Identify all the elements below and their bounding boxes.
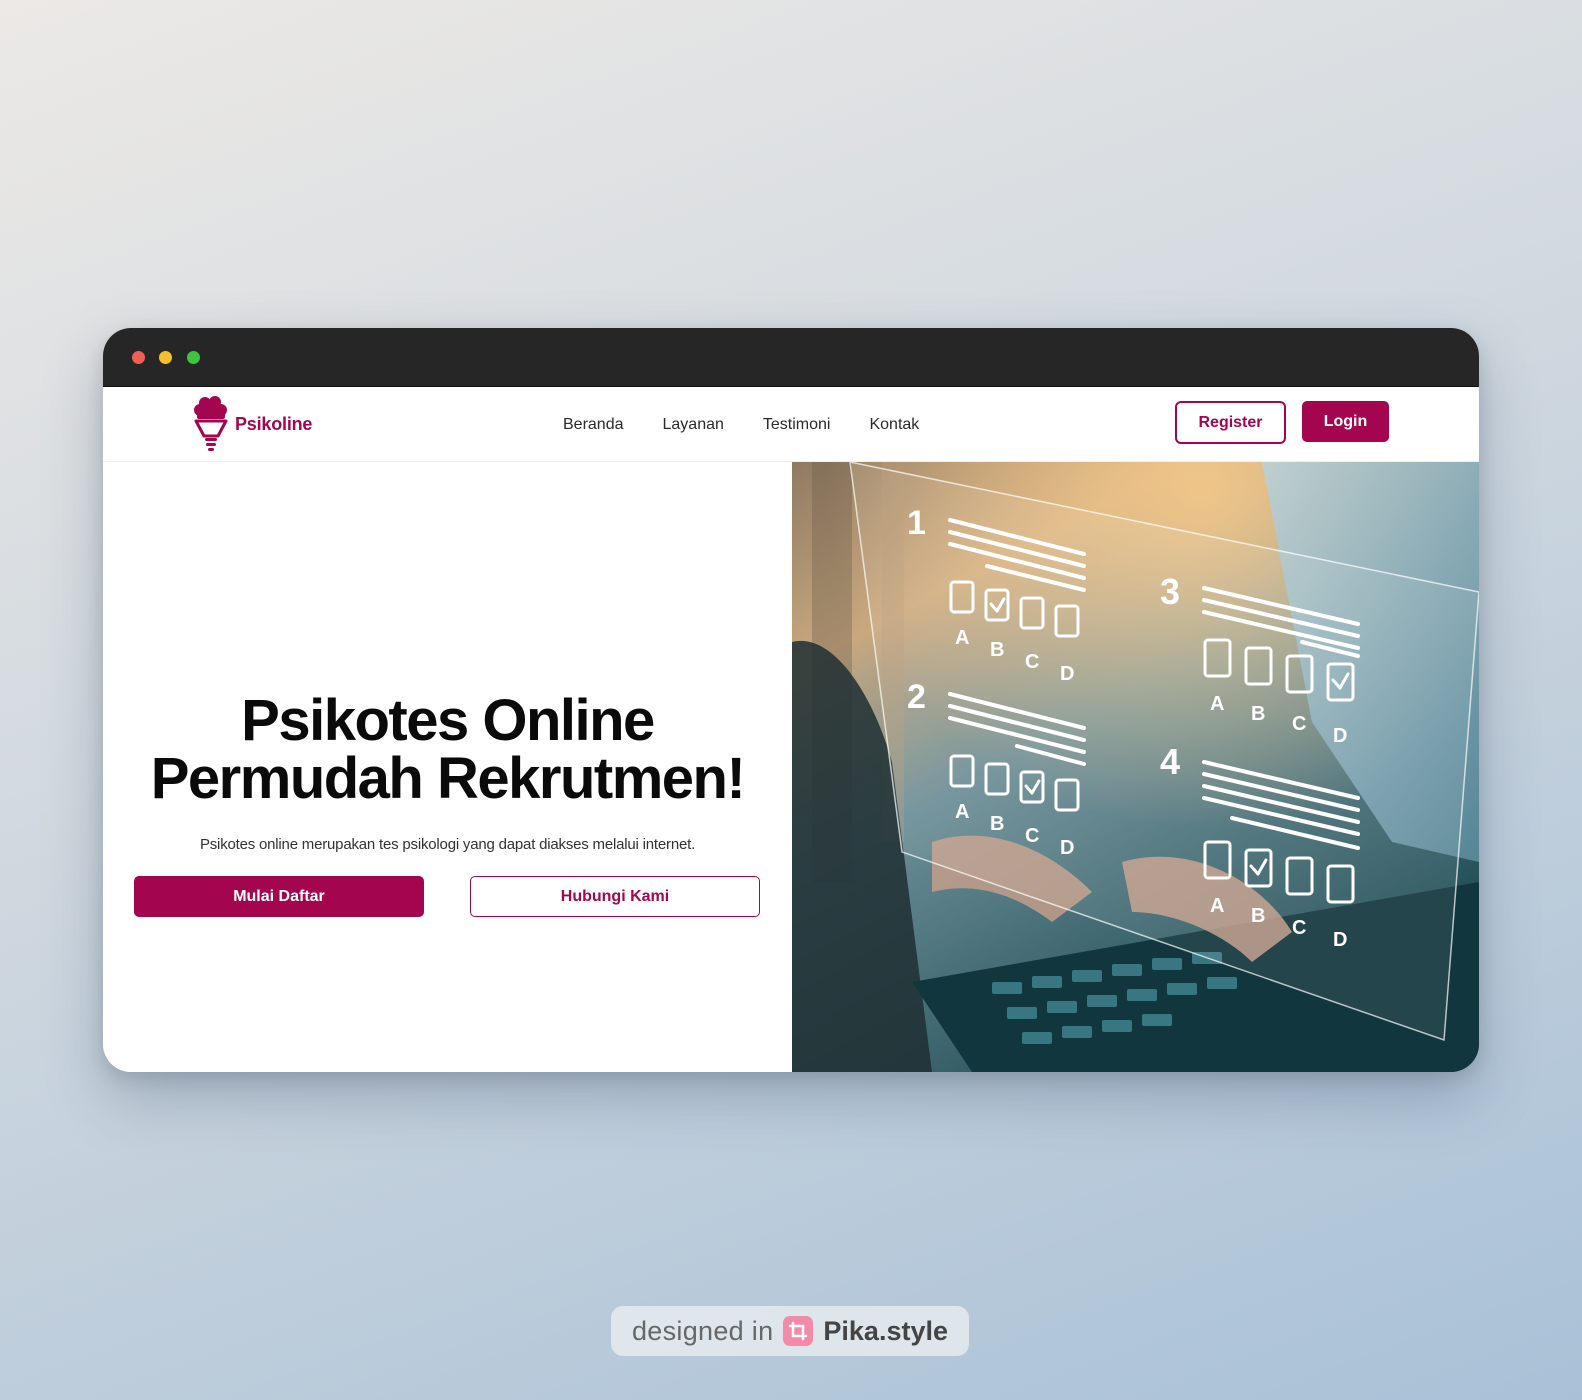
badge-prefix: designed in [631, 1315, 774, 1346]
badge-brand: Pika.style [823, 1315, 948, 1346]
svg-text:B: B [1251, 905, 1265, 927]
svg-text:B: B [990, 639, 1004, 661]
svg-text:A: A [955, 801, 969, 823]
pika-style-badge[interactable]: designed in Pika.style [611, 1306, 969, 1356]
svg-text:B: B [1251, 703, 1265, 725]
hero-subtitle: Psikotes online merupakan tes psikologi … [199, 836, 696, 853]
online-test-illustration: 1 2 3 4 AB CD AB CD AB CD AB CD [792, 462, 1479, 1072]
maximize-window-button[interactable] [187, 351, 200, 364]
svg-text:C: C [1292, 713, 1306, 735]
brand-name: Psikoline [235, 413, 313, 434]
hero-image: 1 2 3 4 AB CD AB CD AB CD AB CD [792, 462, 1479, 1072]
svg-text:D: D [1060, 663, 1074, 685]
brain-lightbulb-logo-icon [194, 396, 228, 451]
register-button[interactable]: Register [1175, 401, 1286, 444]
svg-text:C: C [1292, 917, 1306, 939]
mulai-daftar-button[interactable]: Mulai Daftar [134, 876, 424, 917]
svg-text:D: D [1060, 837, 1074, 859]
minimize-window-button[interactable] [159, 351, 172, 364]
crop-icon [783, 1316, 814, 1346]
svg-text:D: D [1333, 725, 1347, 747]
svg-text:D: D [1333, 929, 1347, 951]
hero-title-line1: Psikotes Online [241, 688, 655, 753]
close-window-button[interactable] [132, 351, 145, 364]
svg-text:C: C [1025, 651, 1039, 673]
browser-window: Psikoline Beranda Layanan Testimoni Kont… [103, 328, 1479, 1072]
hero-title: Psikotes Online Permudah Rekrutmen! [103, 692, 792, 808]
svg-text:B: B [990, 813, 1004, 835]
hero-content: Psikotes Online Permudah Rekrutmen! Psik… [103, 462, 792, 1072]
question-4-number: 4 [1160, 741, 1180, 782]
main-nav: Beranda Layanan Testimoni Kontak [563, 387, 919, 462]
svg-text:A: A [1210, 895, 1224, 917]
nav-link-testimoni[interactable]: Testimoni [763, 416, 831, 434]
question-2-number: 2 [907, 678, 926, 716]
hubungi-kami-button[interactable]: Hubungi Kami [470, 876, 760, 917]
question-1-number: 1 [907, 504, 926, 542]
window-titlebar [103, 328, 1479, 387]
svg-text:A: A [955, 627, 969, 649]
svg-text:C: C [1025, 825, 1039, 847]
hero-title-line2: Permudah Rekrutmen! [150, 746, 746, 811]
question-3-number: 3 [1160, 571, 1180, 612]
nav-link-layanan[interactable]: Layanan [663, 416, 724, 434]
navbar: Psikoline Beranda Layanan Testimoni Kont… [103, 387, 1479, 462]
login-button[interactable]: Login [1302, 401, 1389, 442]
nav-link-beranda[interactable]: Beranda [563, 416, 624, 434]
nav-link-kontak[interactable]: Kontak [869, 416, 919, 434]
svg-text:A: A [1210, 693, 1224, 715]
brand[interactable]: Psikoline [193, 395, 312, 453]
